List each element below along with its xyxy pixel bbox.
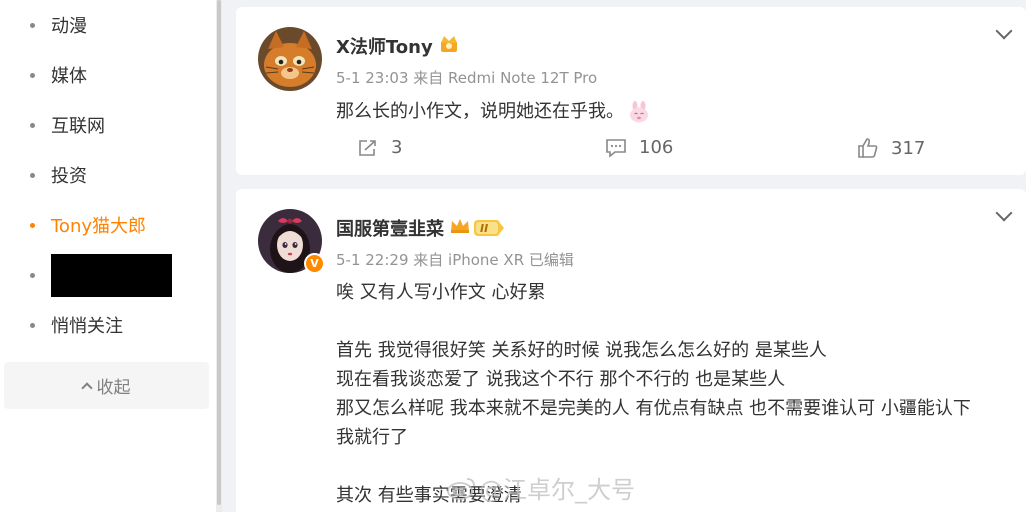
watermark: @江卓尔_大号 (447, 470, 635, 505)
watermark-text: @江卓尔_大号 (479, 476, 635, 504)
bullet-icon (30, 222, 35, 228)
post-actions: 3 106 317 (236, 137, 1026, 167)
member-crown-icon[interactable] (439, 35, 459, 58)
repost-button[interactable]: 3 (357, 137, 402, 158)
username[interactable]: 国服第壹韭菜 II (336, 215, 512, 241)
chevron-down-icon[interactable] (995, 204, 1013, 222)
sidebar-item-investment[interactable]: 投资 (0, 155, 216, 195)
bullet-icon (30, 122, 35, 128)
avatar[interactable] (258, 27, 322, 91)
post-card: X法师Tony 5-1 23:03 来自 Redmi Note 12T Pro … (236, 7, 1026, 175)
comment-button[interactable]: 106 (605, 137, 673, 158)
sidebar-item-label: 媒体 (51, 66, 87, 87)
like-button[interactable]: 317 (857, 137, 925, 159)
sidebar-item-media[interactable]: 媒体 (0, 55, 216, 95)
repost-count: 3 (391, 137, 403, 158)
level-badge[interactable]: II (474, 219, 512, 237)
sidebar-item-label: 投资 (51, 166, 87, 187)
sidebar-scrollbar[interactable] (216, 0, 222, 512)
comment-icon (606, 138, 626, 158)
redacted-block (51, 254, 172, 297)
sidebar-item-label: 悄悄关注 (51, 316, 123, 337)
thumbs-up-icon (858, 138, 878, 158)
sidebar-item-internet[interactable]: 互联网 (0, 105, 216, 145)
post-line: 唉 又有人写小作文 心好累 (336, 282, 546, 303)
post-content: 那么长的小作文，说明她还在乎我。 (336, 97, 651, 126)
weibo-logo-icon (447, 477, 475, 500)
sidebar-item-label: 互联网 (51, 116, 105, 137)
member-crown-icon[interactable] (450, 218, 470, 239)
post-line: 其次 有些事实需要澄清 (336, 485, 522, 506)
verified-v-icon: V (304, 253, 325, 274)
chevron-down-icon[interactable] (995, 22, 1013, 40)
sidebar-item-tony[interactable]: Tony猫大郎 (0, 205, 216, 245)
bullet-icon (30, 72, 35, 78)
sidebar-item-anime[interactable]: 动漫 (0, 5, 216, 45)
post-line: 那又怎么样呢 我本来就不是完美的人 有优点有缺点 也不需要谁认可 小疆能认下 (336, 398, 971, 419)
bunny-emoji-icon (627, 100, 651, 124)
level-text: II (480, 221, 489, 235)
post-card: V 国服第壹韭菜 II 5-1 22:29 来自 iPhone XR 已编辑 唉… (236, 189, 1026, 512)
bullet-icon (30, 172, 35, 178)
scrollbar-thumb[interactable] (217, 0, 221, 505)
bullet-icon (30, 322, 35, 328)
username-text[interactable]: X法师Tony (336, 33, 433, 59)
post-meta[interactable]: 5-1 22:29 来自 iPhone XR 已编辑 (336, 249, 574, 270)
post-line: 首先 我觉得很好笑 关系好的时候 说我怎么怎么好的 是某些人 (336, 340, 827, 361)
sidebar: 动漫 媒体 互联网 投资 Tony猫大郎 悄悄关注 收起 (0, 0, 216, 512)
sidebar-item-label: 动漫 (51, 16, 87, 37)
repost-icon (359, 139, 376, 156)
username[interactable]: X法师Tony (336, 33, 459, 59)
collapse-button[interactable]: 收起 (4, 362, 209, 409)
post-meta[interactable]: 5-1 23:03 来自 Redmi Note 12T Pro (336, 67, 597, 88)
bullet-icon (30, 273, 35, 278)
chevron-up-icon (80, 381, 93, 394)
like-count: 317 (891, 137, 926, 159)
post-content: 唉 又有人写小作文 心好累 首先 我觉得很好笑 关系好的时候 说我怎么怎么好的 … (336, 278, 1006, 510)
sidebar-item-quiet-follow[interactable]: 悄悄关注 (0, 305, 216, 345)
post-line: 现在看我谈恋爱了 说我这个不行 那个不行的 也是某些人 (336, 369, 786, 390)
post-line: 我就行了 (336, 427, 408, 448)
collapse-label: 收起 (96, 378, 131, 398)
sidebar-item-redacted[interactable] (0, 254, 216, 297)
bullet-icon (30, 22, 35, 28)
username-text[interactable]: 国服第壹韭菜 (336, 215, 444, 241)
comment-count: 106 (639, 137, 674, 158)
post-text: 那么长的小作文，说明她还在乎我。 (336, 101, 624, 122)
sidebar-item-label: Tony猫大郎 (51, 216, 147, 237)
